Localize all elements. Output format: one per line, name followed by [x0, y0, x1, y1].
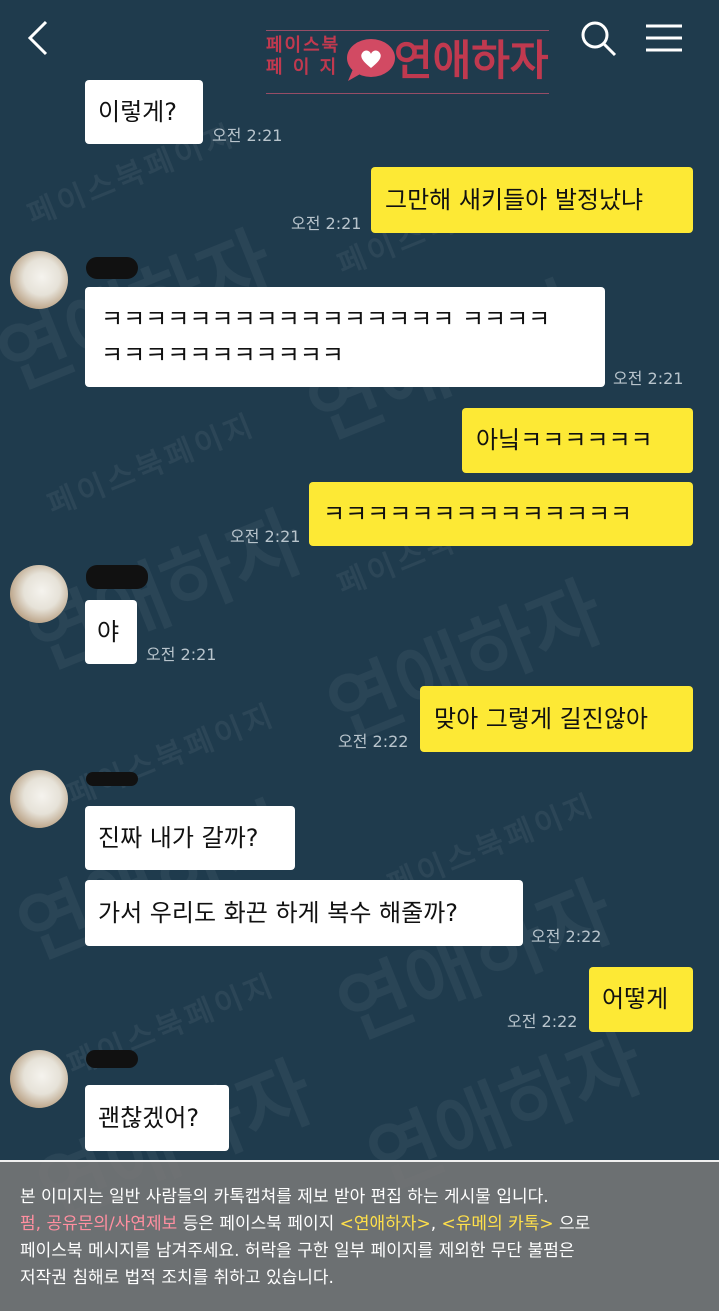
logo-caption-line1: 페이스북 — [266, 35, 341, 56]
header: 페이스북 페 이 지 연애하자 — [0, 0, 719, 94]
notice-line: 펌, 공유문의/사연제보 등은 페이스북 페이지 <연애하자>, <유메의 카톡… — [20, 1211, 590, 1237]
search-icon — [581, 21, 617, 57]
message-time: 오전 2:22 — [531, 927, 602, 946]
back-arrow-icon — [27, 20, 48, 56]
message-bubble-incoming: 괜찮겠어? — [85, 1085, 229, 1151]
notice-line: 저작권 침해로 법적 조치를 취하고 있습니다. — [20, 1268, 334, 1288]
sender-name-redacted — [86, 565, 148, 589]
avatar[interactable] — [10, 251, 68, 309]
menu-button[interactable] — [642, 18, 686, 58]
message-time: 오전 2:22 — [507, 1012, 578, 1031]
message-bubble-outgoing: 아닠ㅋㅋㅋㅋㅋㅋ — [462, 408, 693, 473]
sender-name-redacted — [86, 257, 138, 279]
avatar[interactable] — [10, 770, 68, 828]
copyright-notice: 본 이미지는 일반 사람들의 카톡캡쳐를 제보 받아 편집 하는 게시물 입니다… — [0, 1160, 719, 1311]
message-bubble-outgoing: 그만해 새키들아 발정났냐 — [371, 167, 693, 233]
notice-line: 페이스북 메시지를 남겨주세요. 허락을 구한 일부 페이지를 제외한 무단 불… — [20, 1241, 575, 1261]
message-bubble-incoming: 가서 우리도 화끈 하게 복수 해줄까? — [85, 880, 523, 946]
logo-caption-line2: 페 이 지 — [266, 57, 339, 78]
message-bubble-incoming: 야 — [85, 600, 137, 664]
message-bubble-outgoing: ㅋㅋㅋㅋㅋㅋㅋㅋㅋㅋㅋㅋㅋㅋ — [309, 482, 693, 546]
notice-text: , — [430, 1214, 442, 1234]
message-bubble-incoming: 진짜 내가 갈까? — [85, 806, 295, 870]
notice-text: 으로 — [553, 1214, 591, 1234]
message-bubble-incoming: 이렇게? — [85, 80, 203, 144]
avatar[interactable] — [10, 1050, 68, 1108]
message-time: 오전 2:22 — [338, 732, 409, 751]
logo-title: 연애하자 — [394, 36, 549, 85]
message-time: 오전 2:21 — [212, 126, 283, 145]
watermark-small: 페이스북페이지 — [62, 697, 282, 813]
message-line: ㅋㅋㅋㅋㅋㅋㅋㅋㅋㅋㅋㅋㅋㅋㅋㅋ ㅋㅋㅋㅋ — [101, 305, 551, 333]
heart-icon — [347, 39, 395, 81]
message-time: 오전 2:21 — [230, 527, 301, 546]
page-logo: 페이스북 페 이 지 연애하자 — [266, 30, 549, 94]
notice-highlight: <연애하자> — [339, 1214, 431, 1234]
notice-highlight: 펌, 공유문의/사연제보 — [20, 1214, 178, 1234]
message-time: 오전 2:21 — [613, 369, 684, 388]
message-time: 오전 2:21 — [291, 214, 362, 233]
sender-name-redacted — [86, 772, 138, 786]
back-button[interactable] — [22, 14, 58, 62]
message-bubble-outgoing: 어떻게 — [589, 967, 693, 1032]
watermark-small: 페이스북페이지 — [42, 407, 262, 523]
avatar[interactable] — [10, 565, 68, 623]
sender-name-redacted — [86, 1050, 138, 1068]
message-line: ㅋㅋㅋㅋㅋㅋㅋㅋㅋㅋㅋ — [101, 341, 344, 369]
logo-caption: 페이스북 페 이 지 — [266, 35, 346, 79]
notice-text: 등은 페이스북 페이지 — [177, 1214, 340, 1234]
notice-highlight: <유메의 카톡> — [441, 1214, 554, 1234]
search-button[interactable] — [578, 18, 620, 60]
menu-icon — [646, 24, 682, 52]
message-time: 오전 2:21 — [146, 645, 217, 664]
message-bubble-outgoing: 맞아 그렇게 길진않아 — [420, 686, 693, 752]
notice-line: 본 이미지는 일반 사람들의 카톡캡쳐를 제보 받아 편집 하는 게시물 입니다… — [20, 1187, 549, 1207]
message-bubble-incoming: ㅋㅋㅋㅋㅋㅋㅋㅋㅋㅋㅋㅋㅋㅋㅋㅋ ㅋㅋㅋㅋ ㅋㅋㅋㅋㅋㅋㅋㅋㅋㅋㅋ — [85, 287, 605, 387]
